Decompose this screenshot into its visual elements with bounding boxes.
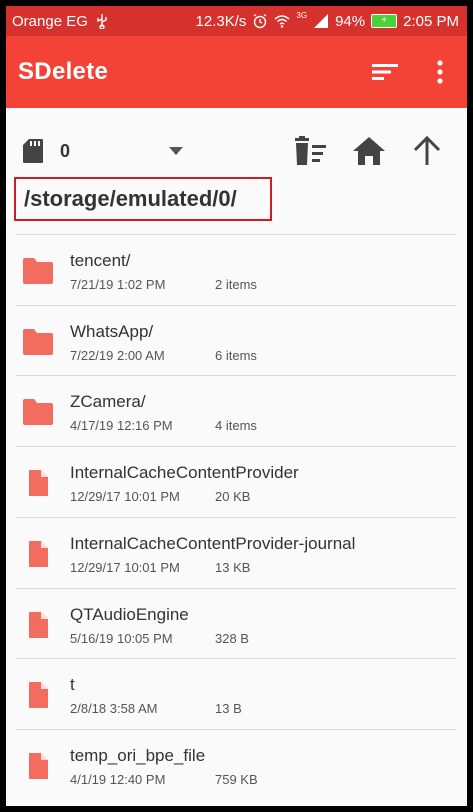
item-size: 20 KB [215, 489, 251, 505]
item-name: t [70, 675, 75, 695]
item-date: 7/21/19 1:02 PM [70, 277, 166, 292]
wifi-icon [274, 15, 290, 28]
file-row[interactable]: t 2/8/18 3:58 AM 13 B [6, 659, 467, 729]
folder-icon [22, 398, 54, 426]
sort-icon[interactable] [370, 58, 400, 86]
file-icon [22, 681, 54, 709]
item-name: tencent/ [70, 251, 131, 270]
app-bar: SDelete [6, 36, 467, 108]
more-vert-icon[interactable] [430, 58, 450, 86]
item-date: 7/22/19 2:00 AM [70, 347, 165, 363]
usb-icon [97, 14, 107, 29]
status-bar-right: 12.3K/s 3G 94% + 2:05 PM [196, 6, 459, 36]
selected-count: 0 [60, 141, 71, 161]
file-row[interactable]: temp_ori_bpe_file 4/1/19 12:40 PM 759 KB [6, 730, 467, 800]
item-count: 4 items [215, 418, 257, 434]
status-bar-left: Orange EG [12, 6, 110, 36]
item-count: 2 items [215, 277, 257, 292]
item-name: InternalCacheContentProvider [70, 463, 299, 483]
item-date: 12/29/17 10:01 PM [70, 559, 180, 575]
item-date: 12/29/17 10:01 PM [70, 489, 180, 505]
folder-row[interactable]: tencent/7/21/19 1:02 PM 2 items [6, 235, 467, 305]
item-name: ZCamera/ [70, 392, 146, 412]
signal-icon [314, 14, 329, 28]
file-row[interactable]: QTAudioEngine 5/16/19 10:05 PM 328 B [6, 589, 467, 659]
network-type: 3G [296, 10, 308, 20]
storage-toolbar: 0 [6, 126, 467, 176]
file-row[interactable]: InternalCacheContentProvider 12/29/17 10:… [6, 447, 467, 517]
item-name: temp_ori_bpe_file [70, 745, 206, 765]
file-icon [22, 752, 54, 780]
item-size: 328 B [215, 630, 249, 646]
item-size: 759 KB [215, 771, 258, 787]
file-icon [22, 469, 54, 497]
folder-row[interactable]: WhatsApp/7/22/19 2:00 AM 6 items [6, 306, 467, 376]
folder-row[interactable]: ZCamera/4/17/19 12:16 PM 4 items [6, 376, 467, 446]
alarm-icon [254, 13, 267, 29]
folder-icon [22, 257, 54, 285]
item-size: 13 B [215, 701, 242, 717]
current-path: /storage/emulated/0/ [14, 177, 272, 221]
item-name: WhatsApp/ [70, 321, 154, 341]
battery-icon: + [371, 14, 398, 28]
item-size: 13 KB [215, 559, 251, 575]
item-date: 2/8/18 3:58 AM [70, 701, 158, 717]
item-date: 5/16/19 10:05 PM [70, 630, 173, 646]
item-date: 4/17/19 12:16 PM [70, 418, 173, 434]
item-count: 6 items [215, 347, 257, 363]
arrow-drop-down-icon[interactable] [168, 146, 184, 156]
file-icon [22, 611, 54, 639]
home-icon[interactable] [352, 135, 386, 167]
status-bar: Orange EG 12.3K/s 3G 94% + 2:05 PM [6, 6, 467, 36]
file-row[interactable]: InternalCacheContentProvider-journal 12/2… [6, 518, 467, 588]
item-name: QTAudioEngine [70, 604, 189, 624]
file-icon [22, 540, 54, 568]
item-name: InternalCacheContentProvider-journal [70, 533, 356, 553]
app-title: SDelete [18, 58, 109, 85]
app-frame: Orange EG 12.3K/s 3G 94% + 2:05 PM SDele… [6, 6, 467, 806]
item-date: 4/1/19 12:40 PM [70, 771, 166, 787]
folder-icon [22, 328, 54, 356]
carrier-label: Orange EG [12, 12, 88, 30]
arrow-upward-icon[interactable] [412, 135, 442, 167]
clock: 2:05 PM [403, 12, 459, 30]
network-speed: 12.3K/s [195, 12, 247, 30]
delete-sweep-icon[interactable] [292, 135, 328, 167]
sd-card-icon [23, 139, 43, 163]
battery-percent: 94% [335, 12, 366, 30]
